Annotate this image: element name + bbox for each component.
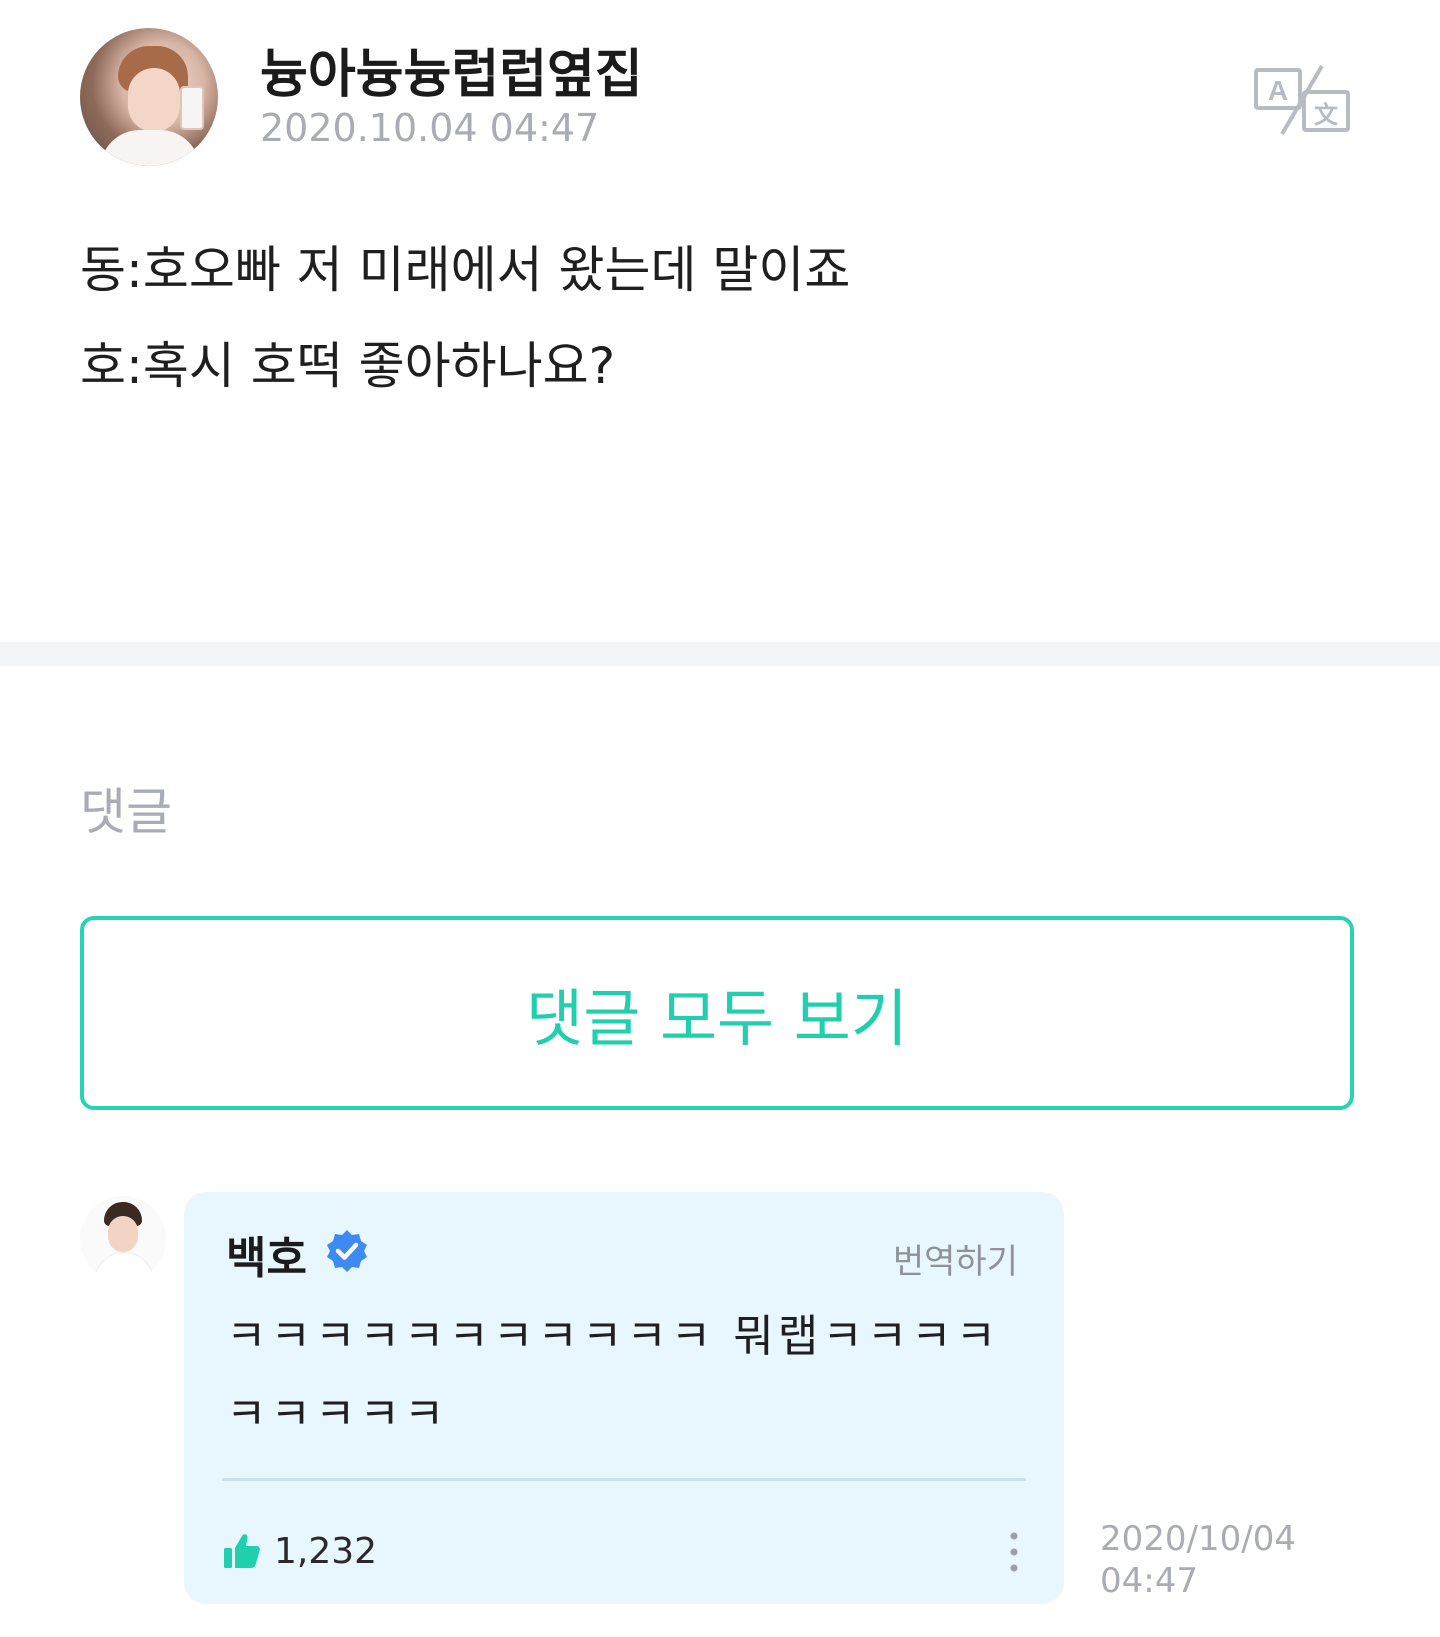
post-author-name[interactable]: 늉아늉늉럽럽옆집 [260,32,643,107]
post-line: 동:호오빠 저 미래에서 왔는데 말이죠 [80,241,851,299]
like-button[interactable]: 1,232 [222,1526,377,1576]
comment-bubble: 백호 번역하기 ㅋㅋㅋㅋㅋㅋㅋㅋㅋㅋㅋ 뭐랩ㅋㅋㅋㅋㅋㅋㅋㅋㅋ 1,232 [184,1192,1064,1604]
comment-date-day: 2020/10/04 [1100,1519,1296,1559]
comment-separator [222,1478,1026,1481]
commenter-avatar[interactable] [80,1196,166,1282]
comment-translate-link[interactable]: 번역하기 [893,1234,1018,1283]
post-body: 동:호오빠 저 미래에서 왔는데 말이죠 호:혹시 호떡 좋아하나요? [80,222,1360,414]
avatar-phone [180,86,204,130]
post-line: 호:혹시 호떡 좋아하나요? [80,337,616,395]
avatar-face [108,1216,138,1252]
avatar-face [128,68,180,132]
post-header: 늉아늉늉럽럽옆집 2020.10.04 04:47 A 文 [80,28,1360,168]
thumbs-up-icon [224,1534,260,1568]
post-timestamp: 2020.10.04 04:47 [260,106,600,150]
post-author-avatar[interactable] [80,28,218,166]
avatar-shirt [100,130,200,166]
verified-badge-icon [327,1230,367,1272]
like-count: 1,232 [274,1530,378,1572]
svg-text:文: 文 [1314,101,1339,129]
more-vertical-icon[interactable] [1004,1528,1024,1576]
comment-item: 백호 번역하기 ㅋㅋㅋㅋㅋㅋㅋㅋㅋㅋㅋ 뭐랩ㅋㅋㅋㅋㅋㅋㅋㅋㅋ 1,232 20… [80,1192,1360,1612]
comment-text: ㅋㅋㅋㅋㅋㅋㅋㅋㅋㅋㅋ 뭐랩ㅋㅋㅋㅋㅋㅋㅋㅋㅋ [226,1311,1001,1440]
commenter-name[interactable]: 백호 [226,1222,307,1286]
svg-text:A: A [1268,75,1288,106]
comment-date: 2020/10/04 04:47 [1100,1518,1340,1602]
avatar-shirt [94,1252,154,1282]
comment-date-time: 04:47 [1100,1561,1198,1601]
translate-icon[interactable]: A 文 [1252,64,1352,136]
view-all-comments-button[interactable]: 댓글 모두 보기 [80,916,1354,1110]
section-divider [0,642,1440,666]
comments-heading: 댓글 [80,783,172,841]
